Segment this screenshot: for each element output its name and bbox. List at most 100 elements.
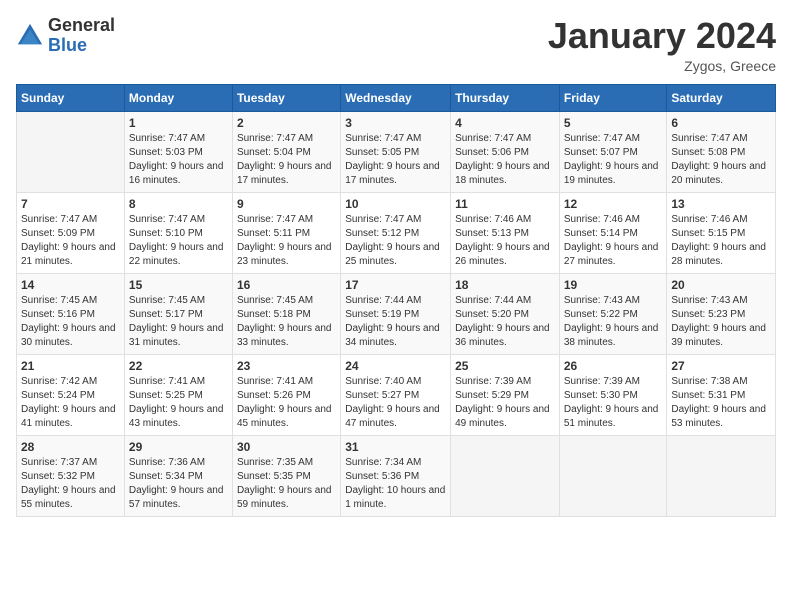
calendar-cell: 24Sunrise: 7:40 AMSunset: 5:27 PMDayligh… [341, 354, 451, 435]
cell-info: Sunrise: 7:45 AMSunset: 5:18 PMDaylight:… [237, 294, 336, 350]
calendar-cell: 26 Sunrise: 7:39 AMSunset: 5:30 PMDayligh… [559, 354, 667, 435]
day-number: 9 [237, 197, 336, 211]
day-number: 20 [671, 278, 771, 292]
cell-info: Sunrise: 7:47 AMSunset: 5:11 PMDaylight:… [237, 213, 336, 269]
cell-info: Sunrise: 7:47 AMSunset: 5:06 PMDaylight:… [455, 132, 555, 188]
calendar-cell: 22Sunrise: 7:41 AMSunset: 5:25 PMDayligh… [124, 354, 232, 435]
calendar-cell: 13 Sunrise: 7:46 AMSunset: 5:15 PMDayligh… [667, 192, 776, 273]
cell-info: Sunrise: 7:38 AMSunset: 5:31 PMDaylight:… [671, 375, 771, 431]
cell-info: Sunrise: 7:45 AMSunset: 5:17 PMDaylight:… [129, 294, 228, 350]
cell-info: Sunrise: 7:44 AMSunset: 5:19 PMDaylight:… [345, 294, 446, 350]
day-number: 23 [237, 359, 336, 373]
cell-info: Sunrise: 7:46 AMSunset: 5:14 PMDaylight:… [564, 213, 663, 269]
cell-info: Sunrise: 7:43 AMSunset: 5:22 PMDaylight:… [564, 294, 663, 350]
day-number: 15 [129, 278, 228, 292]
calendar-cell: 11Sunrise: 7:46 AMSunset: 5:13 PMDayligh… [451, 192, 560, 273]
cell-info: Sunrise: 7:39 AMSunset: 5:29 PMDaylight:… [455, 375, 555, 431]
day-number: 2 [237, 116, 336, 130]
logo-general: General [48, 16, 115, 36]
logo-text: General Blue [48, 16, 115, 56]
cell-info: Sunrise: 7:46 AMSunset: 5:13 PMDaylight:… [455, 213, 555, 269]
calendar-cell: 19 Sunrise: 7:43 AMSunset: 5:22 PMDayligh… [559, 273, 667, 354]
calendar-cell: 27 Sunrise: 7:38 AMSunset: 5:31 PMDayligh… [667, 354, 776, 435]
calendar-cell: 25 Sunrise: 7:39 AMSunset: 5:29 PMDayligh… [451, 354, 560, 435]
day-of-week-header: Wednesday [341, 84, 451, 111]
title-block: January 2024 Zygos, Greece [548, 16, 776, 74]
day-number: 5 [564, 116, 663, 130]
calendar-cell: 21Sunrise: 7:42 AMSunset: 5:24 PMDayligh… [17, 354, 125, 435]
day-number: 13 [671, 197, 771, 211]
day-number: 19 [564, 278, 663, 292]
calendar-cell: 20 Sunrise: 7:43 AMSunset: 5:23 PMDayligh… [667, 273, 776, 354]
cell-info: Sunrise: 7:37 AMSunset: 5:32 PMDaylight:… [21, 456, 120, 512]
calendar-cell: 17Sunrise: 7:44 AMSunset: 5:19 PMDayligh… [341, 273, 451, 354]
day-of-week-header: Thursday [451, 84, 560, 111]
cell-info: Sunrise: 7:47 AMSunset: 5:05 PMDaylight:… [345, 132, 446, 188]
calendar-cell: 16 Sunrise: 7:45 AMSunset: 5:18 PMDayligh… [232, 273, 340, 354]
calendar-cell: 18 Sunrise: 7:44 AMSunset: 5:20 PMDayligh… [451, 273, 560, 354]
calendar-header-row: SundayMondayTuesdayWednesdayThursdayFrid… [17, 84, 776, 111]
day-number: 14 [21, 278, 120, 292]
cell-info: Sunrise: 7:47 AMSunset: 5:07 PMDaylight:… [564, 132, 663, 188]
day-number: 8 [129, 197, 228, 211]
day-of-week-header: Friday [559, 84, 667, 111]
calendar-cell: 6 Sunrise: 7:47 AMSunset: 5:08 PMDaylight… [667, 111, 776, 192]
day-number: 30 [237, 440, 336, 454]
day-number: 31 [345, 440, 446, 454]
calendar-cell: 4 Sunrise: 7:47 AMSunset: 5:06 PMDaylight… [451, 111, 560, 192]
calendar-cell: 28 Sunrise: 7:37 AMSunset: 5:32 PMDayligh… [17, 435, 125, 516]
calendar-cell: 9 Sunrise: 7:47 AMSunset: 5:11 PMDaylight… [232, 192, 340, 273]
day-number: 18 [455, 278, 555, 292]
day-of-week-header: Saturday [667, 84, 776, 111]
calendar-cell [559, 435, 667, 516]
calendar-cell: 8 Sunrise: 7:47 AMSunset: 5:10 PMDaylight… [124, 192, 232, 273]
calendar-week-row: 28 Sunrise: 7:37 AMSunset: 5:32 PMDayligh… [17, 435, 776, 516]
calendar-cell: 5 Sunrise: 7:47 AMSunset: 5:07 PMDaylight… [559, 111, 667, 192]
cell-info: Sunrise: 7:46 AMSunset: 5:15 PMDaylight:… [671, 213, 771, 269]
calendar-cell: 15 Sunrise: 7:45 AMSunset: 5:17 PMDayligh… [124, 273, 232, 354]
cell-info: Sunrise: 7:47 AMSunset: 5:10 PMDaylight:… [129, 213, 228, 269]
day-number: 3 [345, 116, 446, 130]
page-header: General Blue January 2024 Zygos, Greece [16, 16, 776, 74]
day-of-week-header: Monday [124, 84, 232, 111]
day-number: 27 [671, 359, 771, 373]
cell-info: Sunrise: 7:35 AMSunset: 5:35 PMDaylight:… [237, 456, 336, 512]
calendar-week-row: 7 Sunrise: 7:47 AMSunset: 5:09 PMDaylight… [17, 192, 776, 273]
cell-info: Sunrise: 7:36 AMSunset: 5:34 PMDaylight:… [129, 456, 228, 512]
day-number: 6 [671, 116, 771, 130]
day-number: 10 [345, 197, 446, 211]
cell-info: Sunrise: 7:47 AMSunset: 5:04 PMDaylight:… [237, 132, 336, 188]
calendar-cell: 12Sunrise: 7:46 AMSunset: 5:14 PMDayligh… [559, 192, 667, 273]
day-number: 21 [21, 359, 120, 373]
day-number: 26 [564, 359, 663, 373]
logo: General Blue [16, 16, 115, 56]
calendar-week-row: 21Sunrise: 7:42 AMSunset: 5:24 PMDayligh… [17, 354, 776, 435]
logo-blue: Blue [48, 36, 115, 56]
cell-info: Sunrise: 7:47 AMSunset: 5:09 PMDaylight:… [21, 213, 120, 269]
cell-info: Sunrise: 7:44 AMSunset: 5:20 PMDaylight:… [455, 294, 555, 350]
day-number: 28 [21, 440, 120, 454]
cell-info: Sunrise: 7:47 AMSunset: 5:03 PMDaylight:… [129, 132, 228, 188]
calendar-cell [451, 435, 560, 516]
calendar-cell: 30 Sunrise: 7:35 AMSunset: 5:35 PMDayligh… [232, 435, 340, 516]
calendar-cell: 23Sunrise: 7:41 AMSunset: 5:26 PMDayligh… [232, 354, 340, 435]
day-number: 25 [455, 359, 555, 373]
cell-info: Sunrise: 7:47 AMSunset: 5:12 PMDaylight:… [345, 213, 446, 269]
cell-info: Sunrise: 7:47 AMSunset: 5:08 PMDaylight:… [671, 132, 771, 188]
cell-info: Sunrise: 7:45 AMSunset: 5:16 PMDaylight:… [21, 294, 120, 350]
day-number: 16 [237, 278, 336, 292]
cell-info: Sunrise: 7:39 AMSunset: 5:30 PMDaylight:… [564, 375, 663, 431]
day-of-week-header: Tuesday [232, 84, 340, 111]
calendar-cell: 7 Sunrise: 7:47 AMSunset: 5:09 PMDaylight… [17, 192, 125, 273]
day-number: 22 [129, 359, 228, 373]
day-number: 1 [129, 116, 228, 130]
calendar-cell: 1 Sunrise: 7:47 AMSunset: 5:03 PMDaylight… [124, 111, 232, 192]
day-number: 24 [345, 359, 446, 373]
day-number: 4 [455, 116, 555, 130]
cell-info: Sunrise: 7:43 AMSunset: 5:23 PMDaylight:… [671, 294, 771, 350]
calendar-cell [667, 435, 776, 516]
day-number: 7 [21, 197, 120, 211]
calendar-cell [17, 111, 125, 192]
calendar-table: SundayMondayTuesdayWednesdayThursdayFrid… [16, 84, 776, 517]
month-title: January 2024 [548, 16, 776, 56]
